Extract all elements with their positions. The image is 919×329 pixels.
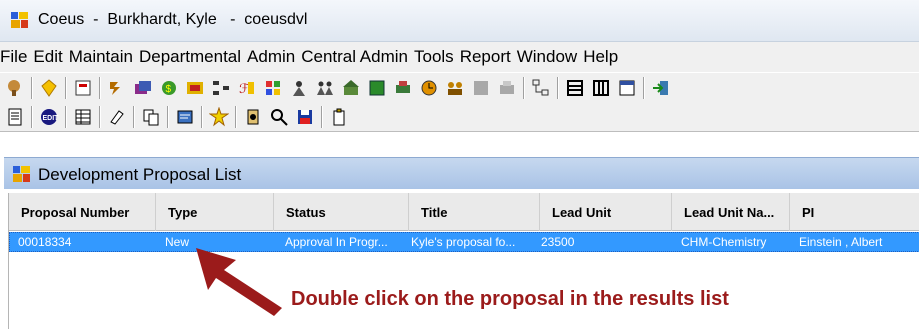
- toolbar-separator: [31, 105, 33, 128]
- proposal-list-window-title: Development Proposal List: [4, 157, 919, 189]
- column-header-proposal-number[interactable]: Proposal Number: [9, 193, 156, 231]
- documents-icon[interactable]: [241, 105, 265, 129]
- eraser-icon[interactable]: [105, 105, 129, 129]
- window-title: Coeus - Burkhardt, Kyle - coeusdvl: [38, 11, 308, 28]
- menu-file[interactable]: File: [0, 47, 30, 67]
- cell-pi: Einstein , Albert: [799, 235, 883, 249]
- column-header-lead-unit[interactable]: Lead Unit: [540, 193, 672, 231]
- child-window-title: Development Proposal List: [38, 165, 242, 184]
- main-toolbar: $ ℱ: [0, 72, 919, 102]
- svg-text:$: $: [166, 84, 172, 95]
- grid-icon[interactable]: [71, 105, 95, 129]
- menu-help[interactable]: Help: [580, 47, 621, 67]
- cell-title: Kyle's proposal fo...: [411, 235, 516, 249]
- cell-proposal-number: 00018334: [18, 235, 72, 249]
- toolbar-separator: [65, 76, 67, 99]
- menu-window[interactable]: Window: [514, 47, 580, 67]
- column-header-lead-unit-name[interactable]: Lead Unit Na...: [672, 193, 790, 231]
- window-title-bar: Coeus - Burkhardt, Kyle - coeusdvl: [0, 0, 919, 42]
- search-icon[interactable]: [267, 105, 291, 129]
- proposal-icon[interactable]: [3, 76, 27, 100]
- column-header-type[interactable]: Type: [156, 193, 274, 231]
- print-icon[interactable]: [391, 76, 415, 100]
- subcontract-icon[interactable]: [105, 76, 129, 100]
- unit-icon[interactable]: [339, 76, 363, 100]
- star-icon[interactable]: [207, 105, 231, 129]
- menu-tools[interactable]: Tools: [411, 47, 457, 67]
- person-icon[interactable]: [287, 76, 311, 100]
- annotation-arrow-icon: [196, 248, 282, 316]
- toolbar-separator: [201, 105, 203, 128]
- menu-bar: File Edit Maintain Departmental Admin Ce…: [0, 42, 919, 72]
- columns-icon[interactable]: [589, 76, 613, 100]
- column-header-pi[interactable]: PI: [790, 193, 919, 231]
- menu-admin[interactable]: Admin: [244, 47, 298, 67]
- toolbar-separator: [321, 105, 323, 128]
- money-icon[interactable]: $: [157, 76, 181, 100]
- cell-lead-unit-name: CHM-Chemistry: [681, 235, 767, 249]
- table-row[interactable]: 00018334 New Approval In Progr... Kyle's…: [9, 232, 919, 252]
- toolbar-separator: [31, 76, 33, 99]
- budget-icon[interactable]: [71, 76, 95, 100]
- menu-report[interactable]: Report: [457, 47, 514, 67]
- award-icon[interactable]: [37, 76, 61, 100]
- persons-icon[interactable]: [313, 76, 337, 100]
- column-header-status[interactable]: Status: [274, 193, 409, 231]
- report-icon[interactable]: [365, 76, 389, 100]
- group-icon[interactable]: [443, 76, 467, 100]
- exit-icon[interactable]: [649, 76, 673, 100]
- toolbar-separator: [65, 105, 67, 128]
- clipboard-icon[interactable]: [327, 105, 351, 129]
- negotiation-icon[interactable]: [131, 76, 155, 100]
- cell-status: Approval In Progr...: [285, 235, 388, 249]
- coeus-app-icon: [11, 12, 28, 28]
- menu-departmental[interactable]: Departmental: [136, 47, 244, 67]
- menu-maintain[interactable]: Maintain: [66, 47, 136, 67]
- copy-icon[interactable]: [139, 105, 163, 129]
- menu-edit[interactable]: Edit: [30, 47, 65, 67]
- secondary-toolbar: EDIT: [0, 102, 919, 132]
- toolbar-separator: [235, 105, 237, 128]
- cell-lead-unit: 23500: [541, 235, 575, 249]
- list-icon[interactable]: [563, 76, 587, 100]
- svg-text:EDIT: EDIT: [43, 115, 60, 122]
- organization-icon[interactable]: [209, 76, 233, 100]
- toolbar-separator: [99, 105, 101, 128]
- toolbar-separator: [557, 76, 559, 99]
- clock-icon[interactable]: [417, 76, 441, 100]
- toolbar-separator: [99, 76, 101, 99]
- menu-central-admin[interactable]: Central Admin: [298, 47, 411, 67]
- toolbar-separator: [167, 105, 169, 128]
- notes-icon[interactable]: [173, 105, 197, 129]
- toolbar-separator: [643, 76, 645, 99]
- table-header: Proposal Number Type Status Title Lead U…: [9, 193, 919, 231]
- column-header-title[interactable]: Title: [409, 193, 540, 231]
- rolodex-icon[interactable]: [183, 76, 207, 100]
- hierarchy-icon[interactable]: [529, 76, 553, 100]
- document-icon[interactable]: [3, 105, 27, 129]
- coeus-app-icon: [13, 166, 30, 182]
- disabled-icon-1[interactable]: [469, 76, 493, 100]
- sponsor-icon[interactable]: ℱ: [235, 76, 259, 100]
- disabled-icon-2[interactable]: [495, 76, 519, 100]
- form-icon[interactable]: [615, 76, 639, 100]
- people-icon[interactable]: [261, 76, 285, 100]
- toolbar-separator: [133, 105, 135, 128]
- instruction-text: Double click on the proposal in the resu…: [291, 288, 729, 310]
- save-icon[interactable]: [293, 105, 317, 129]
- svg-text:ℱ: ℱ: [239, 81, 249, 96]
- edit-icon[interactable]: EDIT: [37, 105, 61, 129]
- toolbar-separator: [523, 76, 525, 99]
